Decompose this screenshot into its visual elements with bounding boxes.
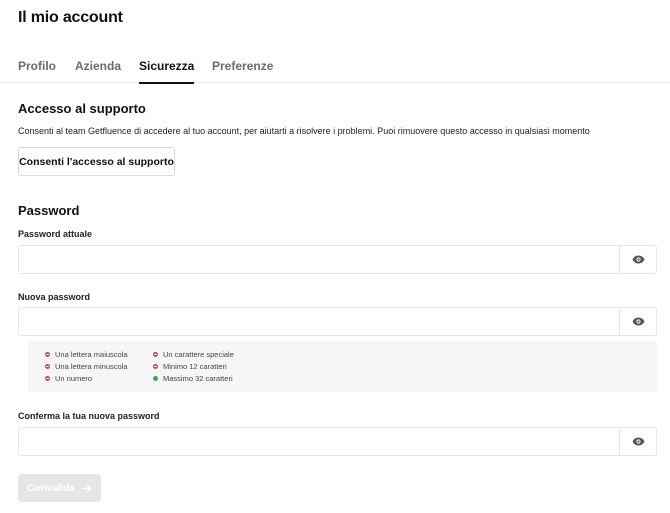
eye-icon xyxy=(632,317,644,326)
status-cross-icon xyxy=(45,364,50,369)
current-password-label: Password attuale xyxy=(18,229,93,239)
status-cross-icon xyxy=(153,364,158,369)
toggle-confirm-password-button[interactable] xyxy=(619,428,656,455)
confirm-password-input[interactable] xyxy=(19,428,620,455)
password-section-title: Password xyxy=(18,203,80,218)
status-check-icon xyxy=(153,376,158,381)
requirement-uppercase: Una lettera maiuscola xyxy=(45,350,128,359)
eye-icon xyxy=(632,437,644,446)
new-password-input[interactable] xyxy=(19,308,620,335)
arrow-right-icon xyxy=(81,483,92,493)
tab-profilo[interactable]: Profilo xyxy=(18,59,56,83)
page-title: Il mio account xyxy=(18,9,123,26)
new-password-field xyxy=(18,307,657,336)
toggle-new-password-button[interactable] xyxy=(619,308,656,335)
account-tabs: Profilo Azienda Sicurezza Preferenze xyxy=(0,52,670,84)
status-cross-icon xyxy=(45,352,50,357)
support-section-title: Accesso al supporto xyxy=(18,101,146,116)
eye-icon xyxy=(632,255,644,264)
new-password-label: Nuova password xyxy=(18,292,91,302)
requirement-min-length: Minimo 12 caratteri xyxy=(153,362,227,371)
current-password-input[interactable] xyxy=(19,246,620,273)
requirement-special-char: Un carattere speciale xyxy=(153,350,234,359)
status-cross-icon xyxy=(45,376,50,381)
account-page: Il mio account Profilo Azienda Sicurezza… xyxy=(0,0,670,513)
support-description: Consenti al team Getfluence di accedere … xyxy=(18,126,590,136)
password-requirements: Una lettera maiuscola Una lettera minusc… xyxy=(28,341,657,392)
validate-button[interactable]: Convalida xyxy=(18,474,101,502)
confirm-password-field xyxy=(18,427,657,456)
confirm-password-label: Conferma la tua nuova password xyxy=(18,411,160,421)
requirement-lowercase: Una lettera minuscola xyxy=(45,362,128,371)
tab-azienda[interactable]: Azienda xyxy=(75,59,121,83)
allow-support-access-button[interactable]: Consenti l'accesso al supporto xyxy=(18,147,175,176)
status-cross-icon xyxy=(153,352,158,357)
requirement-number: Un numero xyxy=(45,374,92,383)
tab-sicurezza[interactable]: Sicurezza xyxy=(139,59,195,84)
validate-button-label: Convalida xyxy=(27,482,75,494)
toggle-current-password-button[interactable] xyxy=(619,246,656,273)
requirement-max-length: Massimo 32 caratteri xyxy=(153,374,233,383)
tab-preferenze[interactable]: Preferenze xyxy=(212,59,273,83)
current-password-field xyxy=(18,245,657,274)
